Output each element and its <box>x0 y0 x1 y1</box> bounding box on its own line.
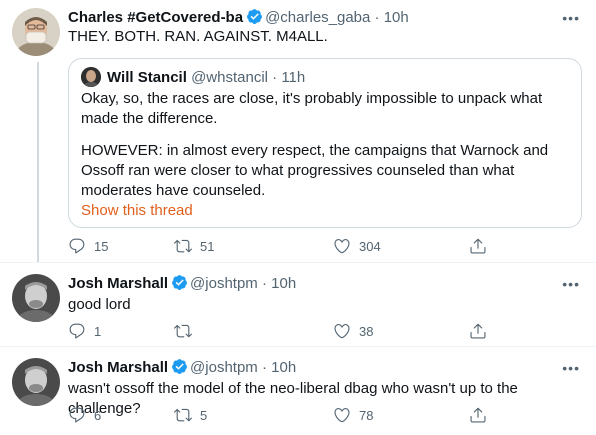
tweet[interactable]: Josh Marshall @joshtpm · 10h ••• good lor… <box>0 262 596 346</box>
retweet-icon <box>174 237 192 255</box>
share-icon <box>469 406 487 424</box>
avatar[interactable] <box>12 358 60 406</box>
reply-icon <box>68 322 86 340</box>
tweet[interactable]: Josh Marshall @joshtpm · 10h ••• wasn't o… <box>0 346 596 435</box>
more-options-icon[interactable]: ••• <box>562 8 580 28</box>
share-icon <box>469 237 487 255</box>
like-button[interactable]: 304 <box>333 236 381 256</box>
avatar[interactable] <box>12 8 60 56</box>
tweet-header: Josh Marshall @joshtpm · 10h <box>68 358 584 378</box>
handle[interactable]: @joshtpm <box>190 275 258 292</box>
display-name[interactable]: Josh Marshall <box>68 275 168 292</box>
reply-button[interactable]: 6 <box>68 405 101 425</box>
handle[interactable]: @charles_gaba <box>265 9 370 26</box>
tweet[interactable]: Charles #GetCovered-ba @charles_gaba · 10… <box>0 0 596 262</box>
like-count: 78 <box>359 407 374 423</box>
retweet-icon <box>174 322 192 340</box>
quote-paragraph: Okay, so, the races are close, it's prob… <box>81 90 543 127</box>
share-icon <box>469 322 487 340</box>
like-count: 38 <box>359 323 374 339</box>
verified-badge-icon <box>171 274 188 297</box>
separator: · <box>257 275 272 292</box>
separator: · <box>370 9 384 26</box>
tweet-header: Josh Marshall @joshtpm · 10h <box>68 274 584 294</box>
timestamp[interactable]: 10h <box>384 9 409 26</box>
display-name[interactable]: Charles #GetCovered-ba <box>68 9 243 26</box>
share-button[interactable] <box>469 236 487 256</box>
like-button[interactable]: 38 <box>333 321 373 341</box>
reply-button[interactable]: 1 <box>68 321 101 341</box>
separator: · <box>257 359 272 376</box>
heart-icon <box>333 237 351 255</box>
reply-count: 15 <box>94 238 109 254</box>
action-bar: 1 38 <box>68 321 508 341</box>
more-options-icon[interactable]: ••• <box>562 358 580 378</box>
timestamp[interactable]: 10h <box>271 275 296 292</box>
timestamp[interactable]: 10h <box>271 359 296 376</box>
tweet-header: Charles #GetCovered-ba @charles_gaba · 10… <box>68 8 584 28</box>
tweet-text: THEY. BOTH. RAN. AGAINST. M4ALL. <box>68 28 328 45</box>
reply-icon <box>68 406 86 424</box>
quoted-tweet[interactable]: Will Stancil @whstancil · 11h Okay, so, … <box>68 58 582 228</box>
separator: · <box>267 69 282 86</box>
share-button[interactable] <box>469 321 487 341</box>
reply-count: 1 <box>94 323 102 339</box>
action-bar: 6 5 78 <box>68 405 508 425</box>
retweet-icon <box>174 406 192 424</box>
display-name[interactable]: Josh Marshall <box>68 359 168 376</box>
more-options-icon[interactable]: ••• <box>562 274 580 294</box>
reply-button[interactable]: 15 <box>68 236 108 256</box>
like-button[interactable]: 78 <box>333 405 373 425</box>
action-bar: 15 51 304 <box>68 236 508 256</box>
retweet-button[interactable]: 5 <box>174 405 207 425</box>
quote-header: Will Stancil @whstancil · 11h <box>81 67 305 87</box>
thread-line <box>37 62 39 262</box>
retweet-button[interactable] <box>174 321 200 341</box>
quote-avatar <box>81 67 101 87</box>
reply-icon <box>68 237 86 255</box>
quote-handle[interactable]: @whstancil <box>191 69 268 86</box>
heart-icon <box>333 406 351 424</box>
verified-badge-icon <box>171 358 188 381</box>
reply-count: 6 <box>94 407 102 423</box>
tweet-text: good lord <box>68 296 131 313</box>
quote-timestamp[interactable]: 11h <box>281 69 305 86</box>
handle[interactable]: @joshtpm <box>190 359 258 376</box>
avatar[interactable] <box>12 274 60 322</box>
retweet-button[interactable]: 51 <box>174 236 214 256</box>
quote-display-name[interactable]: Will Stancil <box>107 69 187 86</box>
retweet-count: 5 <box>200 407 208 423</box>
show-thread-link[interactable]: Show this thread <box>81 201 193 221</box>
retweet-count: 51 <box>200 238 215 254</box>
share-button[interactable] <box>469 405 487 425</box>
quote-paragraph: HOWEVER: in almost every respect, the ca… <box>81 142 549 199</box>
heart-icon <box>333 322 351 340</box>
like-count: 304 <box>359 238 381 254</box>
